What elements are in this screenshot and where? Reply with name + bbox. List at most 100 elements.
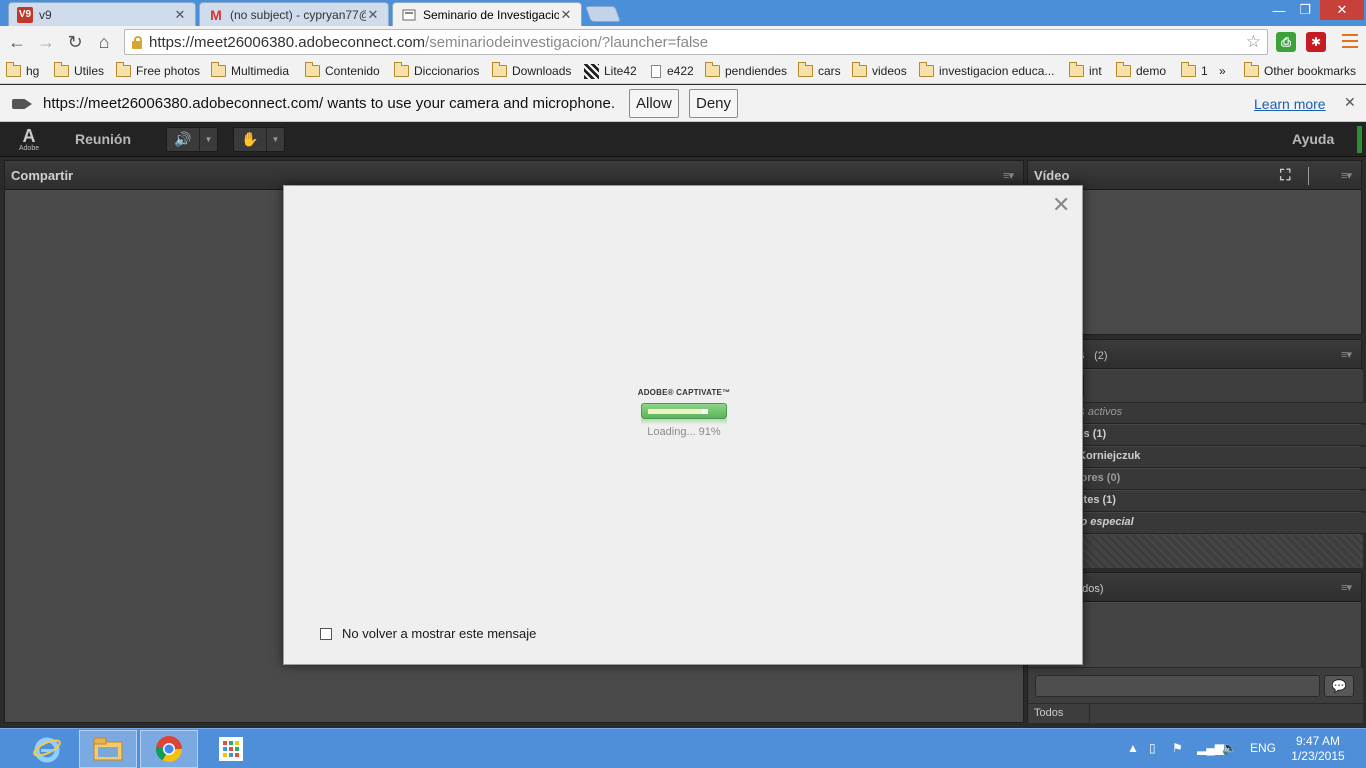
chrome-icon[interactable] xyxy=(140,730,198,768)
folder-icon xyxy=(1244,62,1259,77)
bookmark-item[interactable]: int xyxy=(1069,62,1102,80)
speaker-icon[interactable]: 🔊 xyxy=(167,128,199,151)
close-infobar-icon[interactable]: ✕ xyxy=(1344,94,1356,111)
loading-progress-bar xyxy=(641,403,727,419)
attendee-count: (2) xyxy=(1094,350,1108,362)
windows-taskbar: ▲ ▯ ⚑ ▂▄▆ 🔈 ENG 9:47 AM 1/23/2015 xyxy=(0,728,1366,768)
url-host: https://meet26006380.adobeconnect.com xyxy=(149,33,426,51)
input-language[interactable]: ENG xyxy=(1250,741,1276,755)
close-tab-icon[interactable]: ✕ xyxy=(559,7,573,23)
allow-button[interactable]: Allow xyxy=(629,89,679,118)
bookmark-item[interactable]: demo xyxy=(1116,62,1166,80)
bookmark-item[interactable]: videos xyxy=(852,62,907,80)
bookmarks-bar: hg Utiles Free photos Multimedia Conteni… xyxy=(0,58,1366,84)
network-icon[interactable]: ▂▄▆ xyxy=(1197,741,1224,755)
bookmark-item[interactable]: Downloads xyxy=(492,62,571,80)
new-tab-button[interactable] xyxy=(585,6,621,22)
send-message-icon[interactable]: 💬 xyxy=(1324,675,1354,697)
apps-grid-icon[interactable] xyxy=(202,730,260,768)
close-icon[interactable]: ✕ xyxy=(1052,192,1070,218)
tab-seminario[interactable]: Seminario de Investigacion ✕ xyxy=(392,2,582,26)
extension-red-icon[interactable]: ✱ xyxy=(1306,32,1326,52)
chevron-down-icon[interactable]: ▼ xyxy=(266,128,284,151)
close-tab-icon[interactable]: ✕ xyxy=(366,7,380,23)
raise-hand-icon[interactable]: ✋ xyxy=(234,128,266,151)
tab-title: (no subject) - cypryan77@ xyxy=(230,7,366,22)
bookmark-item[interactable]: hg xyxy=(6,62,39,80)
dont-show-again-option[interactable]: No volver a mostrar este mensaje xyxy=(320,626,536,641)
folder-icon xyxy=(1069,62,1084,77)
camera-icon xyxy=(12,99,32,109)
bookmark-item[interactable]: Lite42 xyxy=(584,62,637,80)
infobar-message: https://meet26006380.adobeconnect.com/ w… xyxy=(43,95,616,112)
folder-icon xyxy=(1181,62,1196,77)
gmail-favicon-icon: M xyxy=(210,6,222,23)
bookmark-star-icon[interactable]: ☆ xyxy=(1246,32,1261,52)
restore-icon[interactable]: ❐ xyxy=(1292,0,1318,20)
pod-menu-icon[interactable]: ≡▾ xyxy=(1341,169,1352,182)
show-hidden-icons-icon[interactable]: ▲ xyxy=(1127,741,1139,755)
chat-input[interactable] xyxy=(1035,675,1320,697)
captivate-logo: ADOBE® CAPTIVATE™ xyxy=(637,388,731,397)
page-favicon-icon xyxy=(401,7,417,23)
clock-time: 9:47 AM xyxy=(1295,734,1341,748)
help-menu[interactable]: Ayuda xyxy=(1292,131,1334,147)
meeting-menu[interactable]: Reunión xyxy=(75,131,131,147)
chat-tab-everyone[interactable]: Todos xyxy=(1028,704,1090,724)
browser-toolbar: ← → ↻ ⌂ https://meet26006380.adobeconnec… xyxy=(0,26,1366,58)
extension-printer-icon[interactable]: ⎙ xyxy=(1276,32,1296,52)
lock-icon xyxy=(131,35,143,49)
folder-icon xyxy=(394,62,409,77)
bookmark-item[interactable]: 1 xyxy=(1181,62,1208,80)
minimize-icon[interactable]: — xyxy=(1266,0,1292,20)
tab-title: v9 xyxy=(39,7,52,22)
bookmark-item[interactable]: investigacion educa... xyxy=(919,62,1054,80)
bookmark-item[interactable]: cars xyxy=(798,62,841,80)
permission-infobar: https://meet26006380.adobeconnect.com/ w… xyxy=(0,85,1366,122)
forward-arrow-icon[interactable]: → xyxy=(34,30,58,54)
other-bookmarks[interactable]: Other bookmarks xyxy=(1244,62,1356,80)
audio-control[interactable]: 🔊 ▼ xyxy=(166,127,218,152)
window-close-icon[interactable]: ✕ xyxy=(1320,0,1364,20)
bookmark-item[interactable]: Multimedia xyxy=(211,62,289,80)
raise-hand-control[interactable]: ✋ ▼ xyxy=(233,127,285,152)
reload-icon[interactable]: ↻ xyxy=(63,30,87,54)
device-icon[interactable]: ▯ xyxy=(1149,741,1156,755)
action-center-icon[interactable]: ⚑ xyxy=(1172,741,1183,755)
file-explorer-icon[interactable] xyxy=(79,730,137,768)
address-bar[interactable]: https://meet26006380.adobeconnect.com/se… xyxy=(124,29,1268,55)
tab-gmail[interactable]: M (no subject) - cypryan77@ ✕ xyxy=(199,2,389,26)
bookmark-item[interactable]: Utiles xyxy=(54,62,104,80)
pod-menu-icon[interactable]: ≡▾ xyxy=(1341,348,1352,361)
home-icon[interactable]: ⌂ xyxy=(92,30,116,54)
folder-icon xyxy=(492,62,507,77)
bookmark-item[interactable]: e422 xyxy=(651,62,694,80)
folder-icon xyxy=(211,62,226,77)
pod-menu-icon[interactable]: ≡▾ xyxy=(1003,169,1014,182)
bookmark-item[interactable]: Diccionarios xyxy=(394,62,479,80)
system-clock[interactable]: 9:47 AM 1/23/2015 xyxy=(1290,734,1346,764)
learn-more-link[interactable]: Learn more xyxy=(1254,96,1326,112)
back-arrow-icon[interactable]: ← xyxy=(5,30,29,54)
chevron-down-icon[interactable]: ▼ xyxy=(199,128,217,151)
dont-show-again-checkbox[interactable] xyxy=(320,627,332,640)
share-pod-title: Compartir xyxy=(11,168,74,183)
chat-input-row: 💬 xyxy=(1028,667,1363,703)
volume-icon[interactable]: 🔈 xyxy=(1222,741,1237,755)
close-tab-icon[interactable]: ✕ xyxy=(173,7,187,23)
bookmark-item[interactable]: pendiendes xyxy=(705,62,787,80)
folder-icon xyxy=(919,62,934,77)
bookmark-item[interactable]: Contenido xyxy=(305,62,380,80)
fullscreen-icon[interactable]: ⛶ xyxy=(1280,167,1291,184)
bookmark-item[interactable]: Free photos xyxy=(116,62,200,80)
folder-icon xyxy=(852,62,867,77)
pod-menu-icon[interactable]: ≡▾ xyxy=(1341,581,1352,594)
bookmarks-overflow-button[interactable]: » xyxy=(1219,62,1226,80)
chrome-menu-icon[interactable] xyxy=(1342,34,1358,48)
folder-icon xyxy=(54,62,69,77)
url-path: /seminariodeinvestigacion/?launcher=fals… xyxy=(425,33,709,51)
deny-button[interactable]: Deny xyxy=(689,89,739,118)
chat-tab-row: Todos xyxy=(1028,703,1363,724)
tab-v9[interactable]: V9 v9 ✕ xyxy=(8,2,196,26)
internet-explorer-icon[interactable] xyxy=(18,730,76,768)
